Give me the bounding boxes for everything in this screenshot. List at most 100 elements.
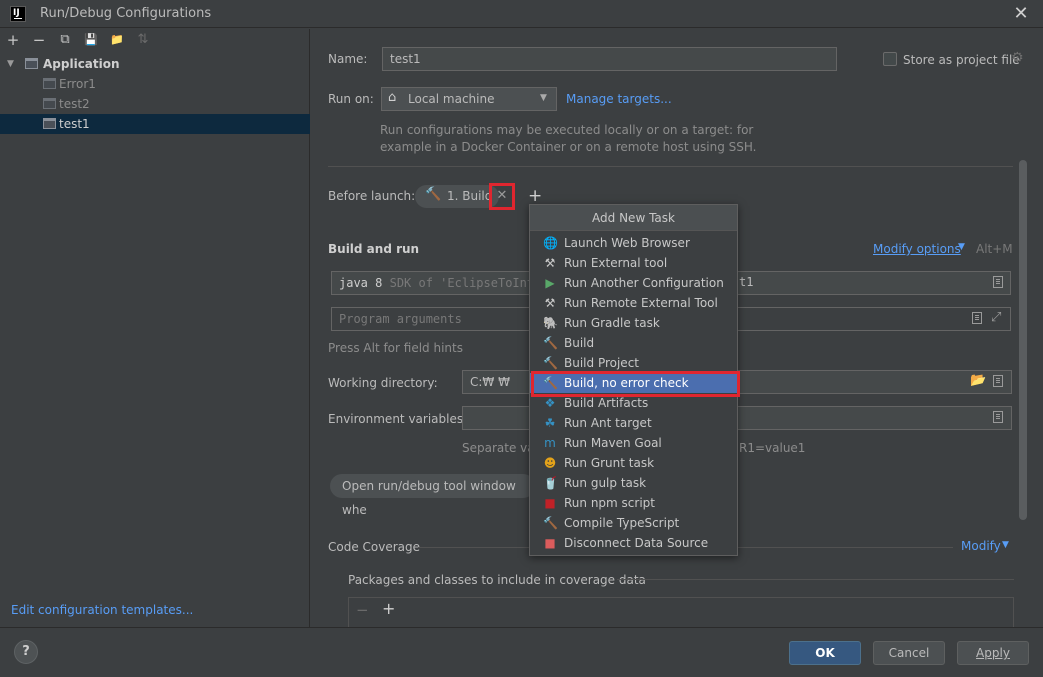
- edit-env-icon[interactable]: [993, 411, 1003, 423]
- cancel-button[interactable]: Cancel: [873, 641, 945, 665]
- disconnect-icon: ■: [544, 536, 556, 550]
- npm-icon: ■: [544, 496, 556, 510]
- store-as-project-file-checkbox[interactable]: [883, 52, 897, 66]
- sort-configurations-button[interactable]: ⇅: [134, 31, 152, 49]
- popup-item-label: Run npm script: [564, 496, 655, 510]
- add-configuration-button[interactable]: +: [4, 31, 22, 49]
- apply-button[interactable]: Apply: [957, 641, 1029, 665]
- jre-detail: SDK of 'EclipseToInte: [389, 276, 542, 290]
- main-class-value: t1: [739, 275, 754, 289]
- run-icon: ▶: [545, 276, 555, 290]
- hammer-icon: 🔨: [543, 356, 558, 370]
- popup-item-label: Run Remote External Tool: [564, 296, 718, 310]
- popup-item-run-grunt-task[interactable]: ☻ Run Grunt task: [530, 453, 737, 473]
- new-folder-button[interactable]: 📁: [108, 31, 126, 49]
- vertical-scrollbar[interactable]: [1019, 160, 1027, 520]
- copy-configuration-button[interactable]: ⧉: [56, 31, 74, 49]
- working-directory-label: Working directory:: [328, 376, 438, 390]
- popup-item-label: Run Ant target: [564, 416, 652, 430]
- popup-item-run-remote-external-tool[interactable]: ⚒ Run Remote External Tool: [530, 293, 737, 313]
- add-package-button[interactable]: +: [382, 599, 395, 618]
- name-label: Name:: [328, 52, 368, 66]
- tree-item-test2[interactable]: test2: [0, 94, 310, 114]
- popup-item-label: Build: [564, 336, 595, 350]
- hammer-icon: 🔨: [543, 336, 558, 350]
- manage-targets-link[interactable]: Manage targets...: [566, 92, 672, 106]
- add-before-launch-task-button[interactable]: +: [528, 186, 542, 206]
- home-icon: ⌂: [388, 90, 397, 105]
- intellij-app-icon: IJ: [10, 6, 26, 22]
- browse-icon[interactable]: [993, 276, 1003, 288]
- remove-package-button[interactable]: −: [356, 601, 369, 619]
- coverage-packages-label: Packages and classes to include in cover…: [348, 573, 646, 587]
- expand-text-icon[interactable]: [972, 312, 982, 324]
- chevron-down-icon[interactable]: ▼: [958, 242, 965, 252]
- close-window-button[interactable]: ✕: [1010, 3, 1032, 25]
- env-hint-suffix: R1=value1: [739, 441, 806, 455]
- popup-item-label: Run Another Configuration: [564, 276, 724, 290]
- remove-configuration-button[interactable]: −: [30, 31, 48, 49]
- popup-item-build-project[interactable]: 🔨 Build Project: [530, 353, 737, 373]
- jre-version: java 8: [339, 276, 383, 290]
- gradle-icon: 🐘: [543, 316, 558, 330]
- popup-item-run-another-configuration[interactable]: ▶ Run Another Configuration: [530, 273, 737, 293]
- help-button[interactable]: ?: [14, 640, 38, 664]
- popup-item-run-gulp-task[interactable]: 🥤 Run gulp task: [530, 473, 737, 493]
- application-icon: [43, 98, 56, 109]
- modify-options-link[interactable]: Modify options: [873, 242, 961, 256]
- edit-configuration-templates-link[interactable]: Edit configuration templates...: [11, 603, 193, 617]
- run-on-select[interactable]: Local machine: [381, 87, 557, 111]
- hammer-icon: 🔨: [425, 187, 442, 202]
- open-tool-window-chip[interactable]: Open run/debug tool window whe: [330, 474, 535, 517]
- popup-item-run-npm-script[interactable]: ■ Run npm script: [530, 493, 737, 513]
- globe-icon: 🌐: [543, 236, 558, 250]
- typescript-icon: 🔨: [543, 516, 558, 530]
- tree-item-label: test2: [59, 97, 90, 111]
- popup-item-compile-typescript[interactable]: 🔨 Compile TypeScript: [530, 513, 737, 533]
- popup-item-run-gradle-task[interactable]: 🐘 Run Gradle task: [530, 313, 737, 333]
- tree-item-label: test1: [59, 117, 90, 131]
- run-on-hint-line1: Run configurations may be executed local…: [380, 123, 754, 137]
- working-directory-value: C:₩ ₩: [470, 375, 510, 389]
- chevron-down-icon[interactable]: ▼: [1002, 540, 1009, 550]
- save-configuration-button[interactable]: 💾: [82, 31, 100, 49]
- fullscreen-icon[interactable]: ⤢: [991, 310, 1001, 325]
- code-coverage-heading: Code Coverage: [328, 540, 421, 554]
- sidebar-toolbar: + − ⧉ 💾 📁 ⇅: [0, 29, 310, 51]
- tree-node-application[interactable]: ▼ Application: [0, 54, 310, 74]
- build-and-run-heading: Build and run: [328, 242, 420, 256]
- program-arguments-placeholder: Program arguments: [339, 312, 462, 326]
- remove-build-task-button[interactable]: ✕: [489, 183, 515, 210]
- modify-coverage-link[interactable]: Modify: [961, 539, 1001, 553]
- popup-item-label: Run Grunt task: [564, 456, 655, 470]
- popup-item-label: Run External tool: [564, 256, 668, 270]
- popup-item-run-maven-goal[interactable]: m Run Maven Goal: [530, 433, 737, 453]
- popup-item-build[interactable]: 🔨 Build: [530, 333, 737, 353]
- tools-icon: ⚒: [544, 256, 556, 270]
- application-icon: [25, 58, 38, 69]
- popup-item-label: Run Gradle task: [564, 316, 660, 330]
- configurations-sidebar: + − ⧉ 💾 📁 ⇅ ▼ Application Error1 test2 t…: [0, 29, 310, 627]
- macros-icon[interactable]: [993, 375, 1003, 387]
- popup-item-label: Build Project: [564, 356, 639, 370]
- tree-item-error1[interactable]: Error1: [0, 74, 310, 94]
- popup-item-run-external-tool[interactable]: ⚒ Run External tool: [530, 253, 737, 273]
- expand-arrow-icon[interactable]: ▼: [7, 54, 14, 74]
- popup-item-label: Run gulp task: [564, 476, 647, 490]
- tools-icon: ⚒: [544, 296, 556, 310]
- highlight-annotation: [531, 371, 740, 397]
- run-on-hint-line2: example in a Docker Container or on a re…: [380, 140, 757, 154]
- popup-item-run-ant-target[interactable]: ☘ Run Ant target: [530, 413, 737, 433]
- popup-item-label: Run Maven Goal: [564, 436, 662, 450]
- ok-button[interactable]: OK: [789, 641, 861, 665]
- grunt-icon: ☻: [543, 456, 557, 470]
- build-chip-label: 1. Build: [447, 189, 493, 203]
- popup-item-disconnect-data-source[interactable]: ■ Disconnect Data Source: [530, 533, 737, 553]
- tree-item-test1[interactable]: test1: [0, 114, 310, 134]
- popup-item-launch-web-browser[interactable]: 🌐 Launch Web Browser: [530, 233, 737, 253]
- popup-item-label: Build Artifacts: [564, 396, 649, 410]
- gear-icon[interactable]: ⚙: [1011, 50, 1024, 66]
- folder-icon[interactable]: 📂: [970, 373, 986, 388]
- maven-icon: m: [544, 436, 556, 450]
- name-input[interactable]: test1: [382, 47, 837, 71]
